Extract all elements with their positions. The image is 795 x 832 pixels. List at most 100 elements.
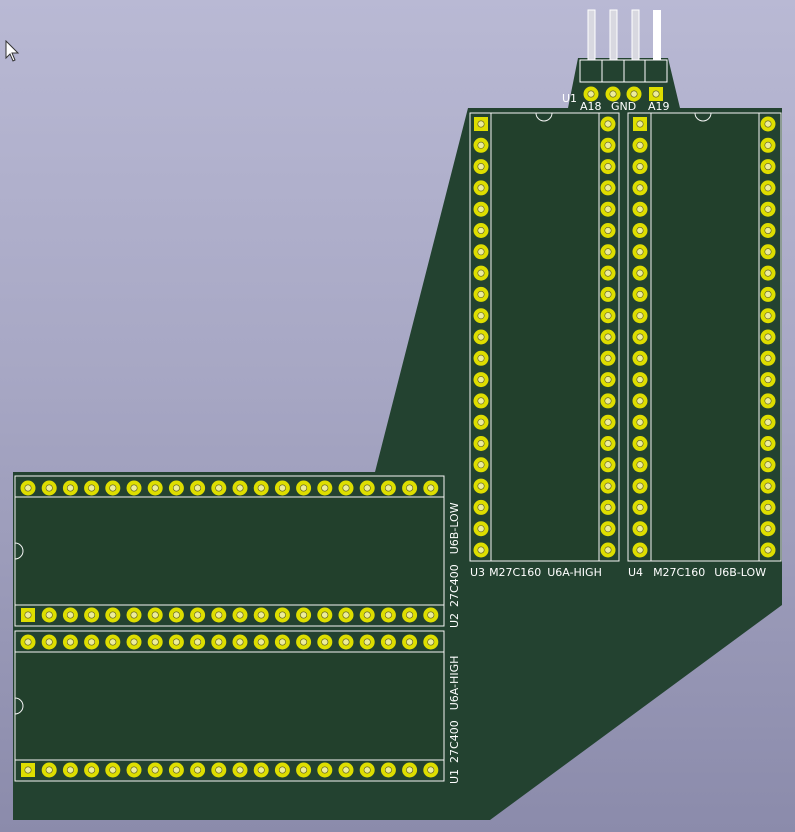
u1-ref: U1 — [448, 769, 461, 784]
u4-pad-right-9-hole — [764, 290, 772, 298]
u2-pad-bottom-4-hole — [88, 611, 96, 619]
u1-pad-top-6-hole — [130, 638, 138, 646]
u2-pad-top-7-hole — [151, 484, 159, 492]
u4-pad-left-12-hole — [636, 354, 644, 362]
u3-pad-left-19-hole — [477, 503, 485, 511]
u1-pad-top-19-hole — [406, 638, 414, 646]
u1-pad-top-1-hole — [24, 638, 32, 646]
u3-label: U3 M27C160 U6A-HIGH — [470, 566, 602, 579]
u3-pad-left-11-hole — [477, 333, 485, 341]
u3-pad-left-15-hole — [477, 418, 485, 426]
u2-pad-top-17-hole — [363, 484, 371, 492]
u4-pad-left-20-hole — [636, 525, 644, 533]
u3-pad-left-4-hole — [477, 184, 485, 192]
u3-pad-right-2-hole — [604, 141, 612, 149]
u4-pad-right-14-hole — [764, 397, 772, 405]
u2-pad-top-14-hole — [300, 484, 308, 492]
connector-pad-2-hole — [609, 90, 617, 98]
u1-pad-top-8-hole — [172, 638, 180, 646]
u3-part: M27C160 — [489, 566, 541, 579]
u2-pad-top-6-hole — [130, 484, 138, 492]
u4-pad-left-10-hole — [636, 312, 644, 320]
u2-pad-bottom-13-hole — [278, 611, 286, 619]
u3-pad-left-20-hole — [477, 525, 485, 533]
u1-pad-bottom-19-hole — [406, 766, 414, 774]
u3-pad-left-18-hole — [477, 482, 485, 490]
u1-pad-bottom-18-hole — [384, 766, 392, 774]
u3-pad-right-8-hole — [604, 269, 612, 277]
u1-part: 27C400 — [448, 720, 461, 763]
u1-pad-top-16-hole — [342, 638, 350, 646]
u1-value: U6A-HIGH — [448, 656, 461, 711]
u2-pad-bottom-16-hole — [342, 611, 350, 619]
u4-pad-right-16-hole — [764, 439, 772, 447]
u4-pad-right-4-hole — [764, 184, 772, 192]
u4-pad-right-21-hole — [764, 546, 772, 554]
u2-pad-bottom-15-hole — [321, 611, 329, 619]
u4-pad-left-18-hole — [636, 482, 644, 490]
u2-pad-top-10-hole — [215, 484, 223, 492]
u3-pad-right-14-hole — [604, 397, 612, 405]
u1-pad-top-20-hole — [427, 638, 435, 646]
u3-pad-left-3-hole — [477, 163, 485, 171]
u1-pad-top-7-hole — [151, 638, 159, 646]
u3-ref: U3 — [470, 566, 485, 579]
u3-pad-right-9-hole — [604, 290, 612, 298]
u4-pad-right-7-hole — [764, 248, 772, 256]
u4-pad-right-2-hole — [764, 141, 772, 149]
u3-pad-left-8-hole — [477, 269, 485, 277]
u2-pad-bottom-2-hole — [45, 611, 53, 619]
u3-pad-right-4-hole — [604, 184, 612, 192]
u3-pad-right-7-hole — [604, 248, 612, 256]
u2-pad-top-9-hole — [194, 484, 202, 492]
u4-pad-right-8-hole — [764, 269, 772, 277]
u1-pad-top-17-hole — [363, 638, 371, 646]
u4-ref: U4 — [628, 566, 643, 579]
u1-pad-bottom-13-hole — [278, 766, 286, 774]
u3-pad-left-2-hole — [477, 141, 485, 149]
u4-pad-right-3-hole — [764, 163, 772, 171]
u3-pad-right-11-hole — [604, 333, 612, 341]
u2-pad-bottom-5-hole — [109, 611, 117, 619]
u2-pad-bottom-1-hole — [24, 611, 32, 619]
u1-pad-top-18-hole — [384, 638, 392, 646]
u2-pad-bottom-10-hole — [215, 611, 223, 619]
u2-pad-bottom-17-hole — [363, 611, 371, 619]
u4-pad-right-12-hole — [764, 354, 772, 362]
connector-pad-3-hole — [630, 90, 638, 98]
connector-pad-1-hole — [587, 90, 595, 98]
u3-pad-left-12-hole — [477, 354, 485, 362]
u3-pad-left-1-hole — [477, 120, 485, 128]
u1-pad-bottom-8-hole — [172, 766, 180, 774]
u4-pad-left-14-hole — [636, 397, 644, 405]
u3-pad-left-17-hole — [477, 461, 485, 469]
u1-pad-bottom-10-hole — [215, 766, 223, 774]
u1-pad-top-11-hole — [236, 638, 244, 646]
u1-pad-top-9-hole — [194, 638, 202, 646]
u4-pad-left-7-hole — [636, 248, 644, 256]
u3-pad-left-9-hole — [477, 290, 485, 298]
u3-pad-right-12-hole — [604, 354, 612, 362]
u4-pad-right-15-hole — [764, 418, 772, 426]
u1-pad-top-13-hole — [278, 638, 286, 646]
u1-pad-top-15-hole — [321, 638, 329, 646]
u4-pad-right-11-hole — [764, 333, 772, 341]
u3-pad-right-5-hole — [604, 205, 612, 213]
u2-pad-top-20-hole — [427, 484, 435, 492]
u2-pad-top-3-hole — [66, 484, 74, 492]
u4-pad-right-10-hole — [764, 312, 772, 320]
u1-pad-bottom-15-hole — [321, 766, 329, 774]
u3-pad-left-5-hole — [477, 205, 485, 213]
chip-u3 — [469, 112, 620, 562]
u4-pad-right-19-hole — [764, 503, 772, 511]
u1-pad-top-2-hole — [45, 638, 53, 646]
u2-pad-bottom-18-hole — [384, 611, 392, 619]
u2-part: 27C400 — [448, 564, 461, 607]
u1-pad-bottom-6-hole — [130, 766, 138, 774]
mouse-pointer-icon — [5, 40, 20, 62]
u4-pad-left-16-hole — [636, 439, 644, 447]
u4-pad-left-9-hole — [636, 290, 644, 298]
u2-pad-top-11-hole — [236, 484, 244, 492]
connector-pin-label-a18: A18 — [580, 100, 602, 113]
u2-pad-top-18-hole — [384, 484, 392, 492]
